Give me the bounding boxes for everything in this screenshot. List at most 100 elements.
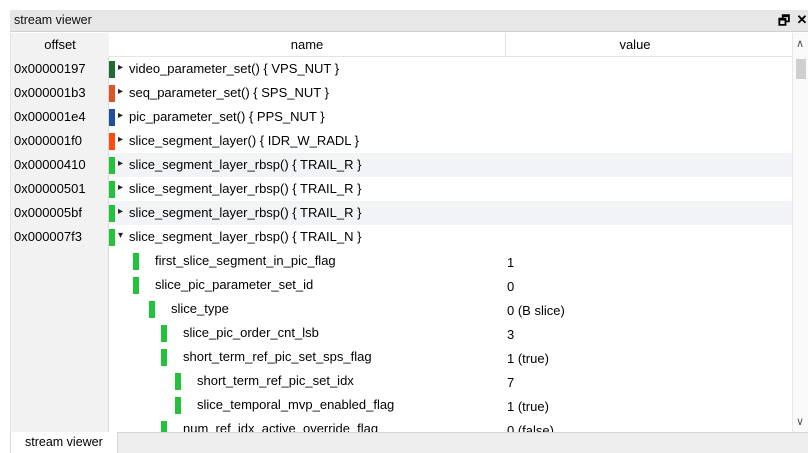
row-name-cell: ▸ slice_segment_layer_rbsp() { TRAIL_R } (109, 177, 793, 201)
row-value: 3 (507, 327, 515, 342)
row-name-cell: ▸ slice_segment_layer_rbsp() { TRAIL_R } (109, 153, 793, 177)
tree-row[interactable]: slice_temporal_mvp_enabled_flag 1 (true) (11, 393, 793, 417)
nal-color-marker (109, 85, 115, 102)
row-label: slice_temporal_mvp_enabled_flag (197, 397, 395, 412)
row-offset: 0x000001b3 (14, 85, 86, 100)
nal-color-marker (109, 61, 115, 78)
nal-color-marker (109, 109, 115, 126)
row-label: short_term_ref_pic_set_sps_flag (183, 349, 372, 364)
row-name-cell: slice_pic_parameter_set_id (109, 273, 793, 297)
row-offset: 0x00000410 (14, 157, 86, 172)
value-column-header[interactable]: value (505, 37, 765, 52)
row-name-cell: ▾ slice_segment_layer_rbsp() { TRAIL_N } (109, 225, 793, 249)
expand-right-icon[interactable]: ▸ (118, 134, 123, 145)
expand-right-icon[interactable]: ▸ (118, 62, 123, 73)
row-label: slice_segment_layer_rbsp() { TRAIL_R } (129, 157, 362, 172)
expand-right-icon[interactable]: ▸ (118, 110, 123, 121)
row-name-cell: ▸ video_parameter_set() { VPS_NUT } (109, 57, 793, 81)
row-name-cell: num_ref_idx_active_override_flag (109, 417, 793, 432)
row-value: 1 (507, 255, 515, 270)
row-name-cell: ▸ slice_segment_layer_rbsp() { TRAIL_R } (109, 201, 793, 225)
row-label: pic_parameter_set() { PPS_NUT } (129, 109, 325, 124)
nal-color-marker (149, 301, 155, 318)
stream-viewer-panel: offset name value 0x00000197 ▸ video_param… (10, 33, 808, 432)
row-label: slice_segment_layer() { IDR_W_RADL } (129, 133, 359, 148)
row-label: slice_pic_parameter_set_id (155, 277, 314, 292)
tree-row[interactable]: slice_pic_parameter_set_id 0 (11, 273, 793, 297)
row-label: video_parameter_set() { VPS_NUT } (129, 61, 340, 76)
vertical-scrollbar[interactable]: ∧ ∨ (792, 33, 808, 432)
row-label: slice_segment_layer_rbsp() { TRAIL_R } (129, 205, 362, 220)
nal-color-marker (175, 373, 181, 390)
tree-row[interactable]: 0x000001f0 ▸ slice_segment_layer() { IDR_W… (11, 129, 793, 153)
row-name-cell: first_slice_segment_in_pic_flag (109, 249, 793, 273)
nal-color-marker (109, 157, 115, 174)
tree-row[interactable]: 0x000007f3 ▾ slice_segment_layer_rbsp() { … (11, 225, 793, 249)
row-label: slice_pic_order_cnt_lsb (183, 325, 319, 340)
row-label: first_slice_segment_in_pic_flag (155, 253, 336, 268)
nal-color-marker (161, 325, 167, 342)
row-value: 0 (false) (507, 423, 554, 432)
nal-color-marker (109, 133, 115, 150)
tree-row[interactable]: short_term_ref_pic_set_idx 7 (11, 369, 793, 393)
row-name-cell: slice_type (109, 297, 793, 321)
row-value: 1 (true) (507, 399, 549, 414)
name-column-header[interactable]: name (109, 37, 505, 52)
offset-column-header[interactable]: offset (11, 33, 109, 57)
row-label: slice_segment_layer_rbsp() { TRAIL_N } (129, 229, 362, 244)
row-value: 0 (B slice) (507, 303, 565, 318)
expand-right-icon[interactable]: ▸ (118, 182, 123, 193)
column-header: offset name value (11, 33, 793, 57)
row-name-cell: slice_pic_order_cnt_lsb (109, 321, 793, 345)
row-label: slice_type (171, 301, 229, 316)
expand-right-icon[interactable]: ▸ (118, 206, 123, 217)
row-offset: 0x00000197 (14, 61, 86, 76)
row-name-cell: ▸ seq_parameter_set() { SPS_NUT } (109, 81, 793, 105)
row-offset: 0x000007f3 (14, 229, 82, 244)
row-value: 0 (507, 279, 515, 294)
panel-titlebar: stream viewer 🗗 ✕ (10, 10, 808, 32)
nal-color-marker (109, 229, 115, 246)
row-name-cell: ▸ slice_segment_layer() { IDR_W_RADL } (109, 129, 793, 153)
nal-color-marker (109, 205, 115, 222)
nal-color-marker (161, 421, 167, 432)
nal-color-marker (175, 397, 181, 414)
scroll-down-icon[interactable]: ∨ (796, 415, 804, 428)
row-value: 1 (true) (507, 351, 549, 366)
row-label: slice_segment_layer_rbsp() { TRAIL_R } (129, 181, 362, 196)
row-offset: 0x00000501 (14, 181, 86, 196)
tree-row[interactable]: num_ref_idx_active_override_flag 0 (false… (11, 417, 793, 432)
tab-stream-viewer[interactable]: stream viewer (10, 432, 118, 453)
tree-row[interactable]: 0x00000501 ▸ slice_segment_layer_rbsp() { … (11, 177, 793, 201)
row-offset: 0x000005bf (14, 205, 82, 220)
tree-row[interactable]: 0x00000410 ▸ slice_segment_layer_rbsp() { … (11, 153, 793, 177)
panel-title: stream viewer (14, 13, 92, 27)
tree-row[interactable]: 0x000005bf ▸ slice_segment_layer_rbsp() { … (11, 201, 793, 225)
tree-row[interactable]: 0x000001e4 ▸ pic_parameter_set() { PPS_NUT… (11, 105, 793, 129)
nal-color-marker (133, 253, 139, 270)
nal-color-marker (133, 277, 139, 294)
row-name-cell: short_term_ref_pic_set_sps_flag (109, 345, 793, 369)
tree-row[interactable]: first_slice_segment_in_pic_flag 1 (11, 249, 793, 273)
expand-right-icon[interactable]: ▸ (118, 158, 123, 169)
expand-right-icon[interactable]: ▸ (118, 86, 123, 97)
row-name-cell: ▸ pic_parameter_set() { PPS_NUT } (109, 105, 793, 129)
tree-row[interactable]: 0x000001b3 ▸ seq_parameter_set() { SPS_NUT… (11, 81, 793, 105)
scroll-thumb[interactable] (796, 59, 806, 79)
tree-row[interactable]: 0x00000197 ▸ video_parameter_set() { VPS_N… (11, 57, 793, 81)
row-name-cell: short_term_ref_pic_set_idx (109, 369, 793, 393)
row-value: 7 (507, 375, 515, 390)
expand-down-icon[interactable]: ▾ (118, 230, 123, 241)
row-label: seq_parameter_set() { SPS_NUT } (129, 85, 329, 100)
close-icon[interactable]: ✕ (796, 12, 808, 34)
nal-color-marker (109, 181, 115, 198)
row-label: short_term_ref_pic_set_idx (197, 373, 354, 388)
scroll-up-icon[interactable]: ∧ (796, 37, 804, 50)
restore-icon[interactable]: 🗗 (778, 12, 790, 34)
row-name-cell: slice_temporal_mvp_enabled_flag (109, 393, 793, 417)
tree-row[interactable]: slice_pic_order_cnt_lsb 3 (11, 321, 793, 345)
row-offset: 0x000001e4 (14, 109, 86, 124)
tree-row[interactable]: short_term_ref_pic_set_sps_flag 1 (true) (11, 345, 793, 369)
row-offset: 0x000001f0 (14, 133, 82, 148)
tree-row[interactable]: slice_type 0 (B slice) (11, 297, 793, 321)
